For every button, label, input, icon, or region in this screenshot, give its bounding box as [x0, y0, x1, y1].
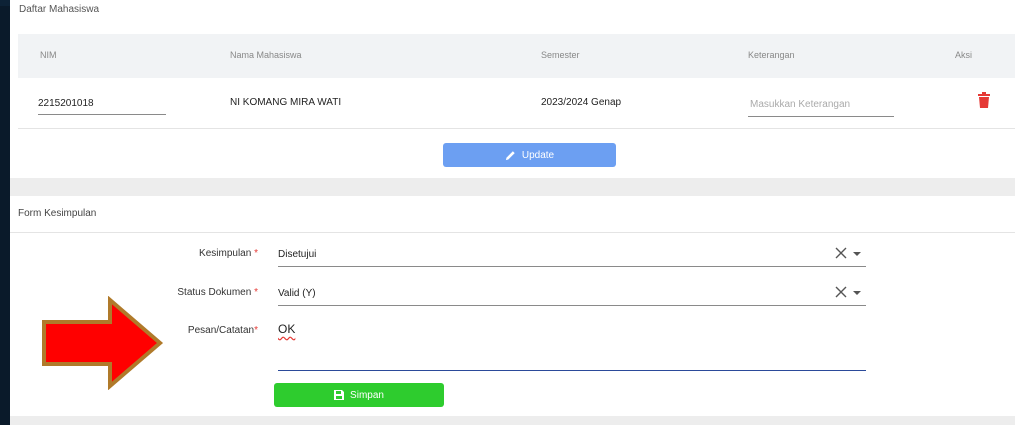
save-icon — [334, 390, 345, 400]
divider — [10, 232, 1015, 233]
update-button[interactable]: Update — [443, 143, 616, 167]
kesimpulan-label: Kesimpulan * — [10, 248, 258, 259]
arrow-right-icon — [42, 296, 164, 390]
kesimpulan-value: Disetujui — [278, 249, 317, 260]
pencil-icon — [505, 150, 515, 160]
status-label-text: Status Dokumen — [177, 287, 252, 298]
simpan-label: Simpan — [350, 389, 384, 401]
kesimpulan-label-text: Kesimpulan — [199, 248, 252, 259]
card-title: Daftar Mahasiswa — [19, 4, 100, 15]
update-label: Update — [521, 149, 555, 161]
keterangan-input[interactable] — [748, 92, 894, 117]
pesan-catatan-textarea[interactable] — [278, 322, 866, 371]
column-header-aksi: Aksi — [955, 50, 973, 60]
card-title: Form Kesimpulan — [18, 208, 97, 219]
clear-icon[interactable] — [834, 285, 848, 299]
caret-down-icon[interactable] — [853, 291, 861, 295]
table-row: NI KOMANG MIRA WATI 2023/2024 Genap — [18, 78, 1015, 129]
required-mark: * — [254, 287, 258, 298]
clear-icon[interactable] — [834, 246, 848, 260]
table-header: NIM Nama Mahasiswa Semester Keterangan A… — [18, 34, 1015, 78]
column-header-nim: NIM — [40, 50, 57, 60]
kesimpulan-select[interactable]: Disetujui — [278, 242, 866, 267]
required-mark: * — [254, 325, 258, 336]
status-dokumen-select[interactable]: Valid (Y) — [278, 281, 866, 306]
caret-down-icon[interactable] — [853, 252, 861, 256]
daftar-mahasiswa-card: Daftar Mahasiswa NIM Nama Mahasiswa Seme… — [10, 0, 1015, 178]
nama-cell: NI KOMANG MIRA WATI — [230, 97, 342, 108]
trash-icon[interactable] — [977, 92, 991, 108]
column-header-nama: Nama Mahasiswa — [230, 50, 302, 60]
semester-cell: 2023/2024 Genap — [541, 97, 622, 108]
required-mark: * — [254, 248, 258, 259]
column-header-keterangan: Keterangan — [748, 50, 795, 60]
nim-input[interactable] — [38, 92, 166, 115]
pesan-label-text: Pesan/Catatan — [187, 325, 255, 336]
column-header-semester: Semester — [541, 50, 580, 60]
status-value: Valid (Y) — [278, 288, 316, 299]
simpan-button[interactable]: Simpan — [274, 383, 444, 407]
